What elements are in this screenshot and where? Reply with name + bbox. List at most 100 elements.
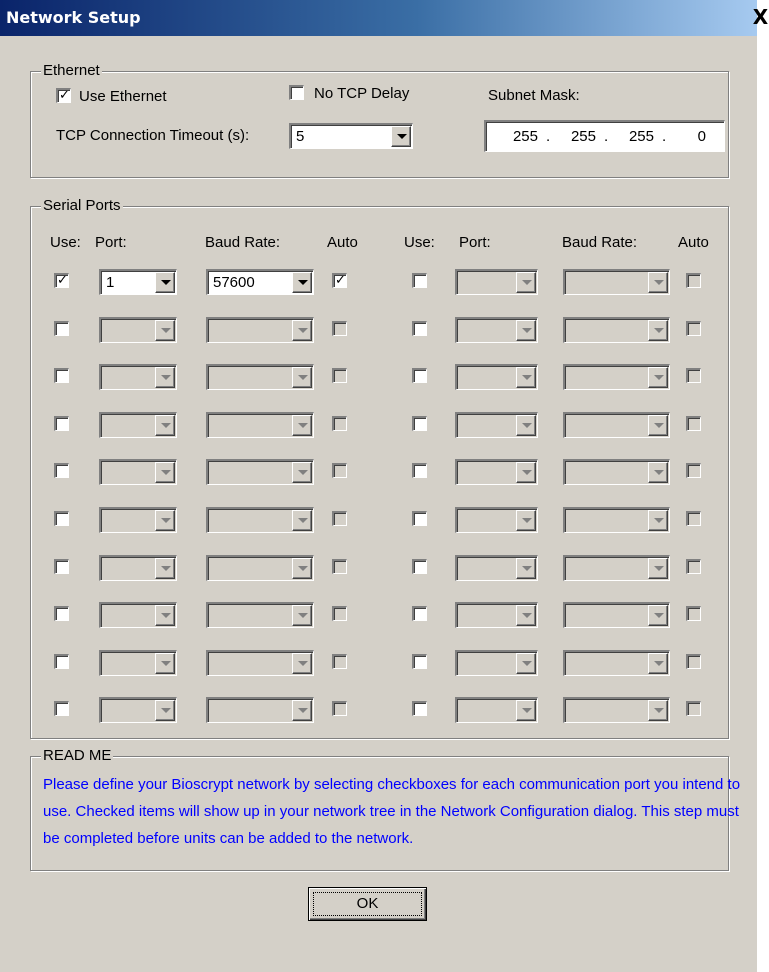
serial-left-10-auto-checkbox[interactable] [332, 701, 347, 716]
chevron-down-icon[interactable] [648, 367, 668, 388]
serial-left-7-port-select[interactable] [99, 555, 177, 581]
serial-left-4-port-select[interactable] [99, 412, 177, 438]
chevron-down-icon[interactable] [648, 558, 668, 579]
chevron-down-icon[interactable] [292, 367, 312, 388]
chevron-down-icon[interactable] [155, 700, 175, 721]
serial-right-6-auto-checkbox[interactable] [686, 511, 701, 526]
serial-right-9-use-checkbox[interactable] [412, 654, 427, 669]
chevron-down-icon[interactable] [292, 558, 312, 579]
serial-left-5-baud-select[interactable] [206, 459, 314, 485]
serial-left-7-baud-select[interactable] [206, 555, 314, 581]
serial-left-9-baud-select[interactable] [206, 650, 314, 676]
chevron-down-icon[interactable] [292, 462, 312, 483]
serial-left-1-auto-checkbox[interactable]: ✓ [332, 272, 347, 288]
serial-left-1-use-checkbox[interactable]: ✓ [54, 272, 69, 288]
serial-left-8-port-select[interactable] [99, 602, 177, 628]
chevron-down-icon[interactable] [155, 653, 175, 674]
serial-left-2-port-select[interactable] [99, 317, 177, 343]
serial-right-5-port-select[interactable] [455, 459, 538, 485]
serial-right-2-use-checkbox[interactable] [412, 321, 427, 336]
serial-right-6-port-select[interactable] [455, 507, 538, 533]
use-ethernet-checkbox[interactable]: ✓ [56, 87, 71, 103]
chevron-down-icon[interactable] [648, 462, 668, 483]
serial-left-2-baud-select[interactable] [206, 317, 314, 343]
serial-left-8-baud-select[interactable] [206, 602, 314, 628]
serial-right-8-use-checkbox[interactable] [412, 606, 427, 621]
serial-right-1-baud-select[interactable] [563, 269, 670, 295]
serial-right-2-port-select[interactable] [455, 317, 538, 343]
serial-right-7-use-checkbox[interactable] [412, 559, 427, 574]
serial-left-1-baud-select[interactable]: 57600 [206, 269, 314, 295]
chevron-down-icon[interactable] [516, 272, 536, 293]
serial-left-5-auto-checkbox[interactable] [332, 463, 347, 478]
serial-left-4-use-checkbox[interactable] [54, 416, 69, 431]
subnet-octet-3[interactable]: 255 [618, 128, 654, 145]
serial-left-4-baud-select[interactable] [206, 412, 314, 438]
serial-left-7-auto-checkbox[interactable] [332, 559, 347, 574]
no-tcp-delay-checkbox[interactable] [289, 85, 304, 100]
serial-right-6-baud-select[interactable] [563, 507, 670, 533]
chevron-down-icon[interactable] [516, 320, 536, 341]
serial-right-2-baud-select[interactable] [563, 317, 670, 343]
chevron-down-icon[interactable] [292, 653, 312, 674]
chevron-down-icon[interactable] [648, 415, 668, 436]
serial-left-6-auto-checkbox[interactable] [332, 511, 347, 526]
serial-right-4-use-checkbox[interactable] [412, 416, 427, 431]
serial-right-3-auto-checkbox[interactable] [686, 368, 701, 383]
serial-right-9-port-select[interactable] [455, 650, 538, 676]
chevron-down-icon[interactable] [648, 605, 668, 626]
subnet-octet-2[interactable]: 255 [560, 128, 596, 145]
serial-left-9-auto-checkbox[interactable] [332, 654, 347, 669]
ok-button[interactable]: OK [308, 887, 427, 921]
chevron-down-icon[interactable] [516, 510, 536, 531]
serial-left-3-use-checkbox[interactable] [54, 368, 69, 383]
serial-right-8-baud-select[interactable] [563, 602, 670, 628]
chevron-down-icon[interactable] [292, 605, 312, 626]
serial-right-4-auto-checkbox[interactable] [686, 416, 701, 431]
chevron-down-icon[interactable] [155, 605, 175, 626]
serial-left-3-auto-checkbox[interactable] [332, 368, 347, 383]
chevron-down-icon[interactable] [292, 320, 312, 341]
chevron-down-icon[interactable] [292, 415, 312, 436]
serial-left-4-auto-checkbox[interactable] [332, 416, 347, 431]
serial-left-5-use-checkbox[interactable] [54, 463, 69, 478]
chevron-down-icon[interactable] [516, 367, 536, 388]
chevron-down-icon[interactable] [648, 272, 668, 293]
serial-right-8-port-select[interactable] [455, 602, 538, 628]
chevron-down-icon[interactable] [516, 700, 536, 721]
chevron-down-icon[interactable] [292, 272, 312, 293]
serial-left-10-baud-select[interactable] [206, 697, 314, 723]
chevron-down-icon[interactable] [516, 605, 536, 626]
chevron-down-icon[interactable] [155, 272, 175, 293]
serial-right-5-baud-select[interactable] [563, 459, 670, 485]
close-icon[interactable]: X [752, 6, 769, 28]
chevron-down-icon[interactable] [155, 462, 175, 483]
serial-right-3-port-select[interactable] [455, 364, 538, 390]
serial-right-4-port-select[interactable] [455, 412, 538, 438]
serial-left-3-port-select[interactable] [99, 364, 177, 390]
chevron-down-icon[interactable] [648, 510, 668, 531]
serial-left-1-port-select[interactable]: 1 [99, 269, 177, 295]
serial-left-8-auto-checkbox[interactable] [332, 606, 347, 621]
serial-left-2-use-checkbox[interactable] [54, 321, 69, 336]
serial-right-7-port-select[interactable] [455, 555, 538, 581]
serial-right-10-use-checkbox[interactable] [412, 701, 427, 716]
serial-right-1-port-select[interactable] [455, 269, 538, 295]
chevron-down-icon[interactable] [155, 367, 175, 388]
serial-left-6-use-checkbox[interactable] [54, 511, 69, 526]
chevron-down-icon[interactable] [292, 700, 312, 721]
chevron-down-icon[interactable] [648, 700, 668, 721]
serial-right-7-baud-select[interactable] [563, 555, 670, 581]
serial-left-8-use-checkbox[interactable] [54, 606, 69, 621]
chevron-down-icon[interactable] [155, 320, 175, 341]
serial-left-2-auto-checkbox[interactable] [332, 321, 347, 336]
chevron-down-icon[interactable] [391, 126, 411, 147]
serial-left-3-baud-select[interactable] [206, 364, 314, 390]
chevron-down-icon[interactable] [516, 558, 536, 579]
serial-right-10-baud-select[interactable] [563, 697, 670, 723]
chevron-down-icon[interactable] [516, 462, 536, 483]
serial-right-10-auto-checkbox[interactable] [686, 701, 701, 716]
serial-left-9-use-checkbox[interactable] [54, 654, 69, 669]
chevron-down-icon[interactable] [155, 415, 175, 436]
serial-left-6-port-select[interactable] [99, 507, 177, 533]
